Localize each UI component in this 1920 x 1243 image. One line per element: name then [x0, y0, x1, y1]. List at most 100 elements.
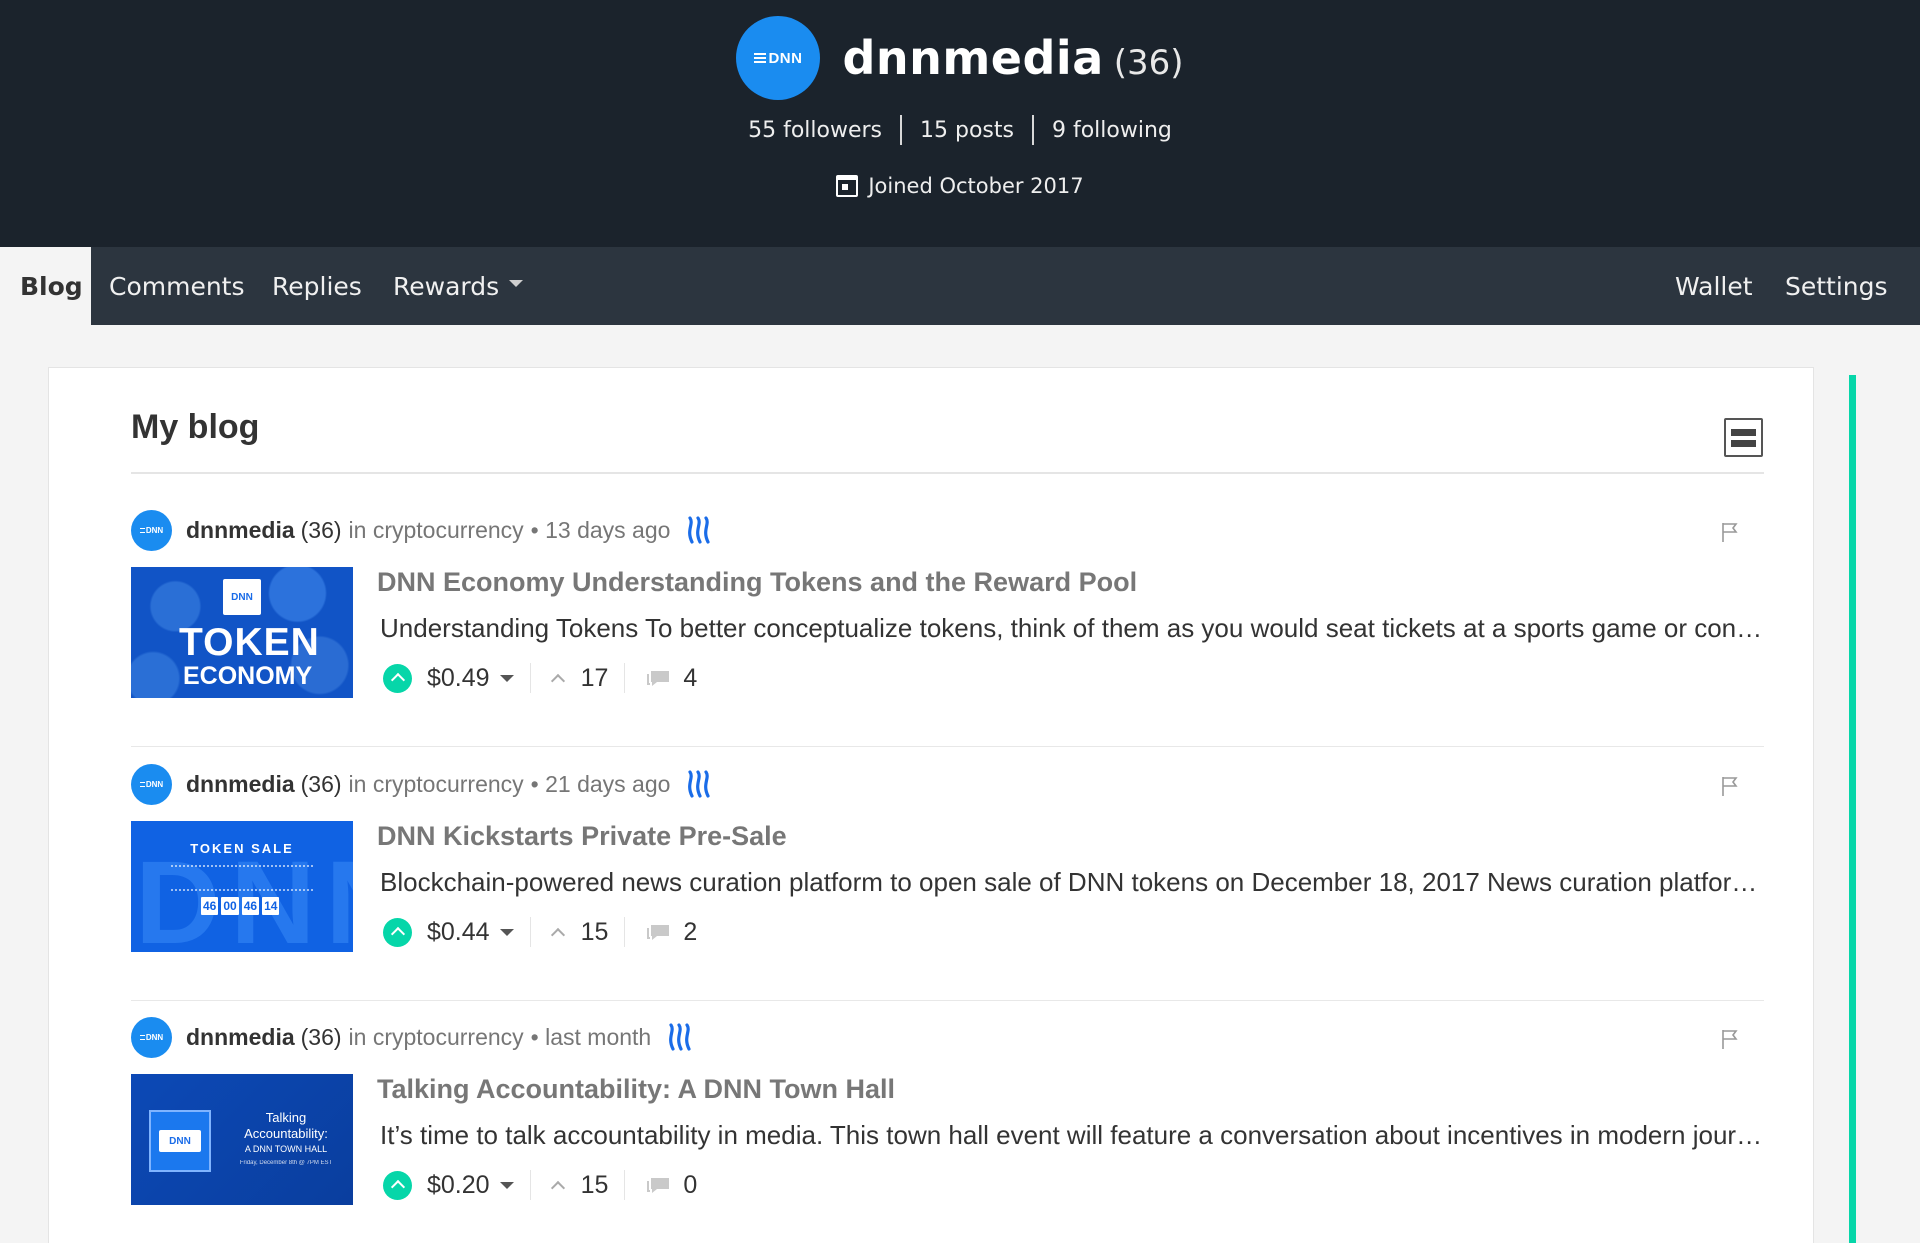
post-comments[interactable]: 2 — [683, 918, 697, 947]
post-title[interactable]: DNN Economy Understanding Tokens and the… — [377, 567, 1137, 598]
comment-icon — [647, 925, 670, 940]
heading-divider — [131, 472, 1764, 474]
tab-wallet[interactable]: Wallet — [1675, 247, 1753, 325]
post-author[interactable]: dnnmedia — [186, 771, 295, 798]
post-meta: DNN dnnmedia (36) in cryptocurrency • 21… — [131, 763, 716, 805]
thumbnail-text: TOKEN — [179, 621, 320, 664]
dnn-logo-icon: DNN — [223, 579, 261, 615]
profile-nav: Blog Comments Replies Rewards Wallet Set… — [0, 247, 1920, 325]
followers-link[interactable]: 55 followers — [748, 118, 882, 143]
list-view-icon[interactable] — [1724, 418, 1763, 457]
upvote-icon[interactable] — [383, 917, 412, 947]
stats-divider — [900, 115, 903, 145]
profile-name: dnnmedia — [842, 31, 1104, 85]
post-title[interactable]: DNN Kickstarts Private Pre-Sale — [377, 821, 787, 852]
profile-title-row: DNN dnnmedia (36) — [0, 16, 1920, 100]
stats-divider — [1031, 115, 1034, 145]
thumbnail-text: Friday, December 8th @ 7PM EST — [239, 1160, 333, 1166]
author-avatar[interactable]: DNN — [131, 763, 172, 805]
post-category[interactable]: in cryptocurrency — [349, 1024, 524, 1051]
post-thumbnail[interactable]: DNN TOKEN SALE 46 00 46 14 — [131, 821, 353, 952]
profile-reputation: (36) — [1113, 43, 1184, 83]
following-link[interactable]: 9 following — [1052, 118, 1172, 143]
post-title[interactable]: Talking Accountability: A DNN Town Hall — [377, 1074, 895, 1105]
comment-icon — [647, 1178, 670, 1193]
chevron-down-icon[interactable] — [499, 1181, 514, 1189]
post-excerpt[interactable]: Understanding Tokens To better conceptua… — [380, 613, 1764, 644]
post-meta: DNN dnnmedia (36) in cryptocurrency • la… — [131, 1016, 697, 1058]
tab-settings[interactable]: Settings — [1785, 247, 1888, 325]
tab-rewards[interactable]: Rewards — [393, 247, 524, 325]
footer-divider — [529, 1170, 531, 1200]
post-category[interactable]: in cryptocurrency — [349, 771, 524, 798]
flag-icon[interactable] — [1720, 1028, 1740, 1050]
post-comments[interactable]: 4 — [683, 664, 697, 693]
post-author-reputation: (36) — [300, 1023, 342, 1050]
upvote-icon[interactable] — [383, 663, 412, 693]
joined-date: Joined October 2017 — [0, 174, 1920, 198]
tab-rewards-label: Rewards — [393, 271, 500, 301]
post-excerpt[interactable]: It’s time to talk accountability in medi… — [380, 1120, 1764, 1151]
thumbnail-text: Talking — [265, 1110, 307, 1125]
profile-stats: 55 followers 15 posts 9 following — [0, 115, 1920, 145]
post-timestamp[interactable]: • 13 days ago — [531, 517, 671, 544]
post-divider — [131, 1000, 1764, 1001]
post-author-reputation: (36) — [300, 516, 342, 543]
thumbnail-text: A DNN TOWN HALL — [244, 1144, 328, 1154]
scroll-accent-bar — [1849, 375, 1856, 1243]
post-votes[interactable]: 15 — [581, 1171, 609, 1200]
post-meta: DNN dnnmedia (36) in cryptocurrency • 13… — [131, 509, 716, 551]
post-thumbnail[interactable]: DNN Talking Accountability: A DNN TOWN H… — [131, 1074, 353, 1205]
profile-name-block: dnnmedia (36) — [842, 31, 1183, 85]
post-author[interactable]: dnnmedia — [186, 517, 295, 544]
post-payout[interactable]: $0.44 — [427, 918, 490, 947]
author-avatar[interactable]: DNN — [131, 509, 172, 551]
dnn-logo-icon — [139, 781, 145, 787]
tab-comments[interactable]: Comments — [109, 247, 245, 325]
posts-count: 15 posts — [920, 117, 1014, 143]
post-payout[interactable]: $0.49 — [427, 664, 490, 693]
post-excerpt[interactable]: Blockchain-powered news curation platfor… — [380, 867, 1764, 898]
post-category[interactable]: in cryptocurrency — [349, 517, 524, 544]
chevron-down-icon — [509, 279, 524, 287]
thumbnail-text: Accountability: — [244, 1126, 328, 1141]
flag-icon[interactable] — [1720, 521, 1740, 543]
thumbnail-text: ECONOMY — [183, 662, 313, 690]
author-avatar[interactable]: DNN — [131, 1016, 172, 1058]
post-divider — [131, 746, 1764, 747]
post-author-reputation: (36) — [300, 770, 342, 797]
tab-blog[interactable]: Blog — [0, 247, 91, 325]
profile-header: DNN dnnmedia (36) 55 followers 15 posts 9… — [0, 0, 1920, 247]
post-timestamp[interactable]: • last month — [531, 1024, 652, 1051]
chevron-down-icon[interactable] — [499, 674, 514, 682]
post-payout[interactable]: $0.20 — [427, 1171, 490, 1200]
flag-icon[interactable] — [1720, 775, 1740, 797]
post-footer: $0.49 17 4 — [383, 657, 697, 699]
countdown-digits: 46 00 46 14 — [201, 897, 280, 915]
chevron-up-icon — [550, 927, 565, 943]
post-author[interactable]: dnnmedia — [186, 1024, 295, 1051]
comment-icon — [647, 671, 670, 686]
profile-avatar[interactable]: DNN — [736, 16, 821, 100]
thumbnail-logo-panel: DNN — [149, 1110, 211, 1172]
upvote-icon[interactable] — [383, 1170, 412, 1200]
chevron-up-icon — [550, 1180, 565, 1196]
footer-divider — [624, 917, 626, 947]
footer-divider — [529, 663, 531, 693]
blog-heading: My blog — [131, 408, 260, 446]
chevron-down-icon[interactable] — [499, 928, 514, 936]
thumbnail-decoration — [171, 865, 313, 891]
post-timestamp[interactable]: • 21 days ago — [531, 771, 671, 798]
post-votes[interactable]: 17 — [581, 664, 609, 693]
post-thumbnail[interactable]: DNN TOKEN ECONOMY — [131, 567, 353, 698]
post-footer: $0.44 15 2 — [383, 911, 697, 953]
post-comments[interactable]: 0 — [683, 1171, 697, 1200]
joined-text: Joined October 2017 — [868, 174, 1084, 198]
post-votes[interactable]: 15 — [581, 918, 609, 947]
dnn-logo-icon — [139, 1034, 145, 1040]
dnn-logo-icon — [754, 53, 767, 63]
post-item: DNN dnnmedia (36) in cryptocurrency • la… — [131, 1016, 1764, 1243]
steem-icon — [688, 516, 711, 544]
thumbnail-text: TOKEN SALE — [190, 841, 294, 856]
tab-replies[interactable]: Replies — [272, 247, 362, 325]
